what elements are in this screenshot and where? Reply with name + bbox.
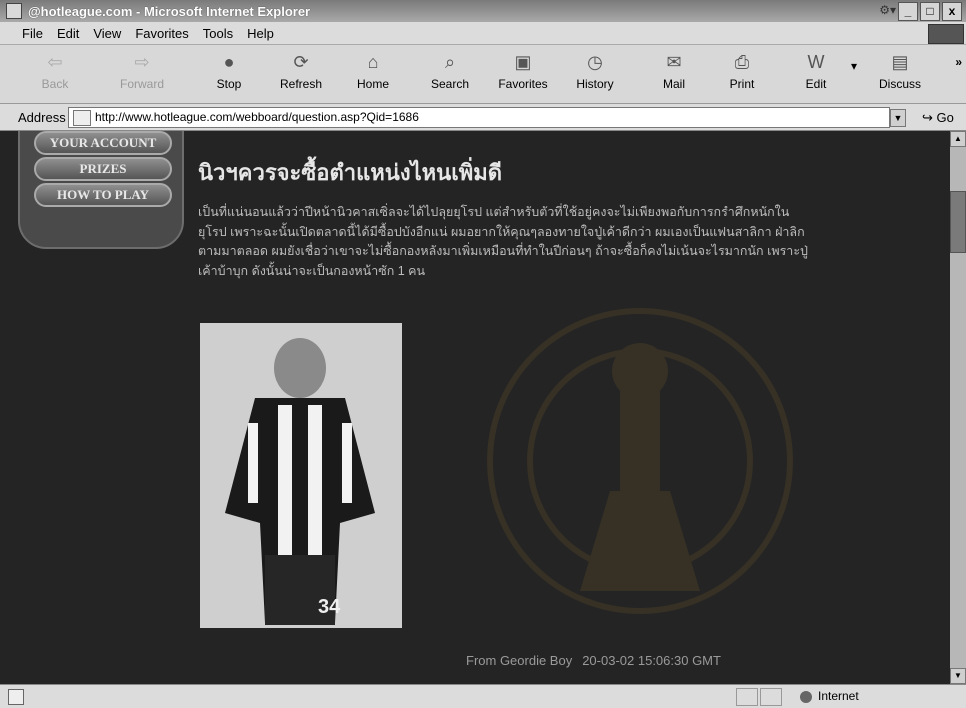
address-dropdown-button[interactable]: ▼ [890,109,906,127]
go-button[interactable]: ↪ Go [922,110,954,126]
menu-favorites[interactable]: Favorites [135,26,188,41]
nav-how-to-play[interactable]: HOW TO PLAY [34,183,172,207]
security-zone: Internet [800,689,859,703]
search-icon: ⌕ [444,52,456,72]
forward-arrow-icon: ⇨ [134,52,150,72]
globe-icon [800,690,812,703]
scroll-down-arrow-icon[interactable]: ▼ [950,668,966,684]
history-icon: ◷ [587,52,603,72]
forward-button[interactable]: ⇨ Forward [112,49,172,99]
menu-view[interactable]: View [93,26,121,41]
discuss-icon: ▤ [891,52,909,72]
mail-icon: ✉ [666,52,682,72]
player-photo: 34 [200,323,402,628]
address-bar: Address http://www.hotleague.com/webboar… [0,104,966,131]
mail-button[interactable]: ✉ Mail [654,49,694,99]
page-icon [73,110,91,126]
post-date: 20-03-02 15:06:30 GMT [582,653,721,668]
home-icon: ⌂ [367,52,379,72]
discuss-label: Discuss [878,77,921,91]
go-label: Go [936,110,954,125]
stop-label: Stop [216,77,242,91]
stop-icon: ● [223,52,235,72]
address-label: Address [18,110,66,125]
home-button[interactable]: ⌂ Home [350,49,396,99]
refresh-button[interactable]: ⟳ Refresh [274,49,328,99]
forward-label: Forward [119,77,164,91]
post-author: From Geordie Boy [466,653,573,668]
search-label: Search [430,77,470,91]
back-label: Back [41,77,69,91]
university-seal-watermark [487,308,793,614]
site-nav-panel: YOUR ACCOUNT PRIZES HOW TO PLAY [18,131,184,249]
status-segment [736,688,758,706]
refresh-icon: ⟳ [293,52,309,72]
go-arrow-icon: ↪ [922,110,933,125]
status-segment [760,688,782,706]
menu-edit[interactable]: Edit [57,26,79,41]
back-arrow-icon: ⇦ [47,52,63,72]
post-title: นิวฯควรจะซื้อตำแหน่งไหนเพิ่มดี [198,160,503,185]
print-label: Print [729,77,755,91]
standard-toolbar: ⇦ Back ⇨ Forward ● Stop ⟳ Refresh ⌂ Home… [0,45,966,104]
back-button[interactable]: ⇦ Back [30,49,80,99]
address-url: http://www.hotleague.com/webboard/questi… [95,110,419,124]
favorites-button[interactable]: ▣ Favorites [490,49,556,99]
svg-text:34: 34 [318,596,341,618]
edit-button[interactable]: W Edit [796,49,836,99]
menu-file[interactable]: File [22,26,43,41]
menu-tools[interactable]: Tools [203,26,233,41]
chevron-down-icon: ▾ [850,59,858,73]
search-button[interactable]: ⌕ Search [424,49,476,99]
history-label: History [576,77,614,91]
post-body: เป็นที่แน่นอนแล้วว่าปีหน้านิวคาสเซิ่ลจะไ… [198,205,808,278]
post-footer: From Geordie Boy 20-03-02 15:06:30 GMT [466,653,721,668]
stop-button[interactable]: ● Stop [208,49,250,99]
page-content: YOUR ACCOUNT PRIZES HOW TO PLAY นิวฯควรจ… [0,131,950,684]
close-button[interactable]: x [942,2,962,21]
status-bar: Internet [0,684,966,708]
history-button[interactable]: ◷ History [568,49,622,99]
ie-app-icon[interactable] [6,3,22,19]
page-status-icon [8,689,24,705]
windows-logo-icon [928,24,964,44]
toolbar-more-button[interactable]: » [955,55,962,69]
help-icon[interactable]: ⚙▾ [879,3,896,17]
address-input[interactable]: http://www.hotleague.com/webboard/questi… [68,107,890,128]
window-titlebar: @hotleague.com - Microsoft Internet Expl… [0,0,966,22]
favorites-icon: ▣ [514,52,532,72]
discuss-button[interactable]: ▤ Discuss [872,49,928,99]
print-button[interactable]: ⎙ Print [722,49,762,99]
scrollbar-thumb[interactable] [950,191,966,253]
scroll-up-arrow-icon[interactable]: ▲ [950,131,966,147]
favorites-label: Favorites [498,77,548,91]
edit-dropdown-button[interactable]: ▾ [848,59,860,109]
zone-label: Internet [818,689,859,703]
print-icon: ⎙ [734,52,750,72]
menu-bar: File Edit View Favorites Tools Help [0,22,966,45]
nav-prizes[interactable]: PRIZES [34,157,172,181]
menu-help[interactable]: Help [247,26,274,41]
home-label: Home [356,77,389,91]
window-title: @hotleague.com - Microsoft Internet Expl… [28,3,311,19]
minimize-button[interactable]: _ [898,2,918,21]
edit-icon: W [807,52,825,72]
mail-label: Mail [662,77,685,91]
refresh-label: Refresh [279,77,323,91]
nav-your-account[interactable]: YOUR ACCOUNT [34,131,172,155]
vertical-scrollbar[interactable]: ▲ ▼ [950,131,966,684]
maximize-button[interactable]: □ [920,2,940,21]
edit-label: Edit [805,77,827,91]
